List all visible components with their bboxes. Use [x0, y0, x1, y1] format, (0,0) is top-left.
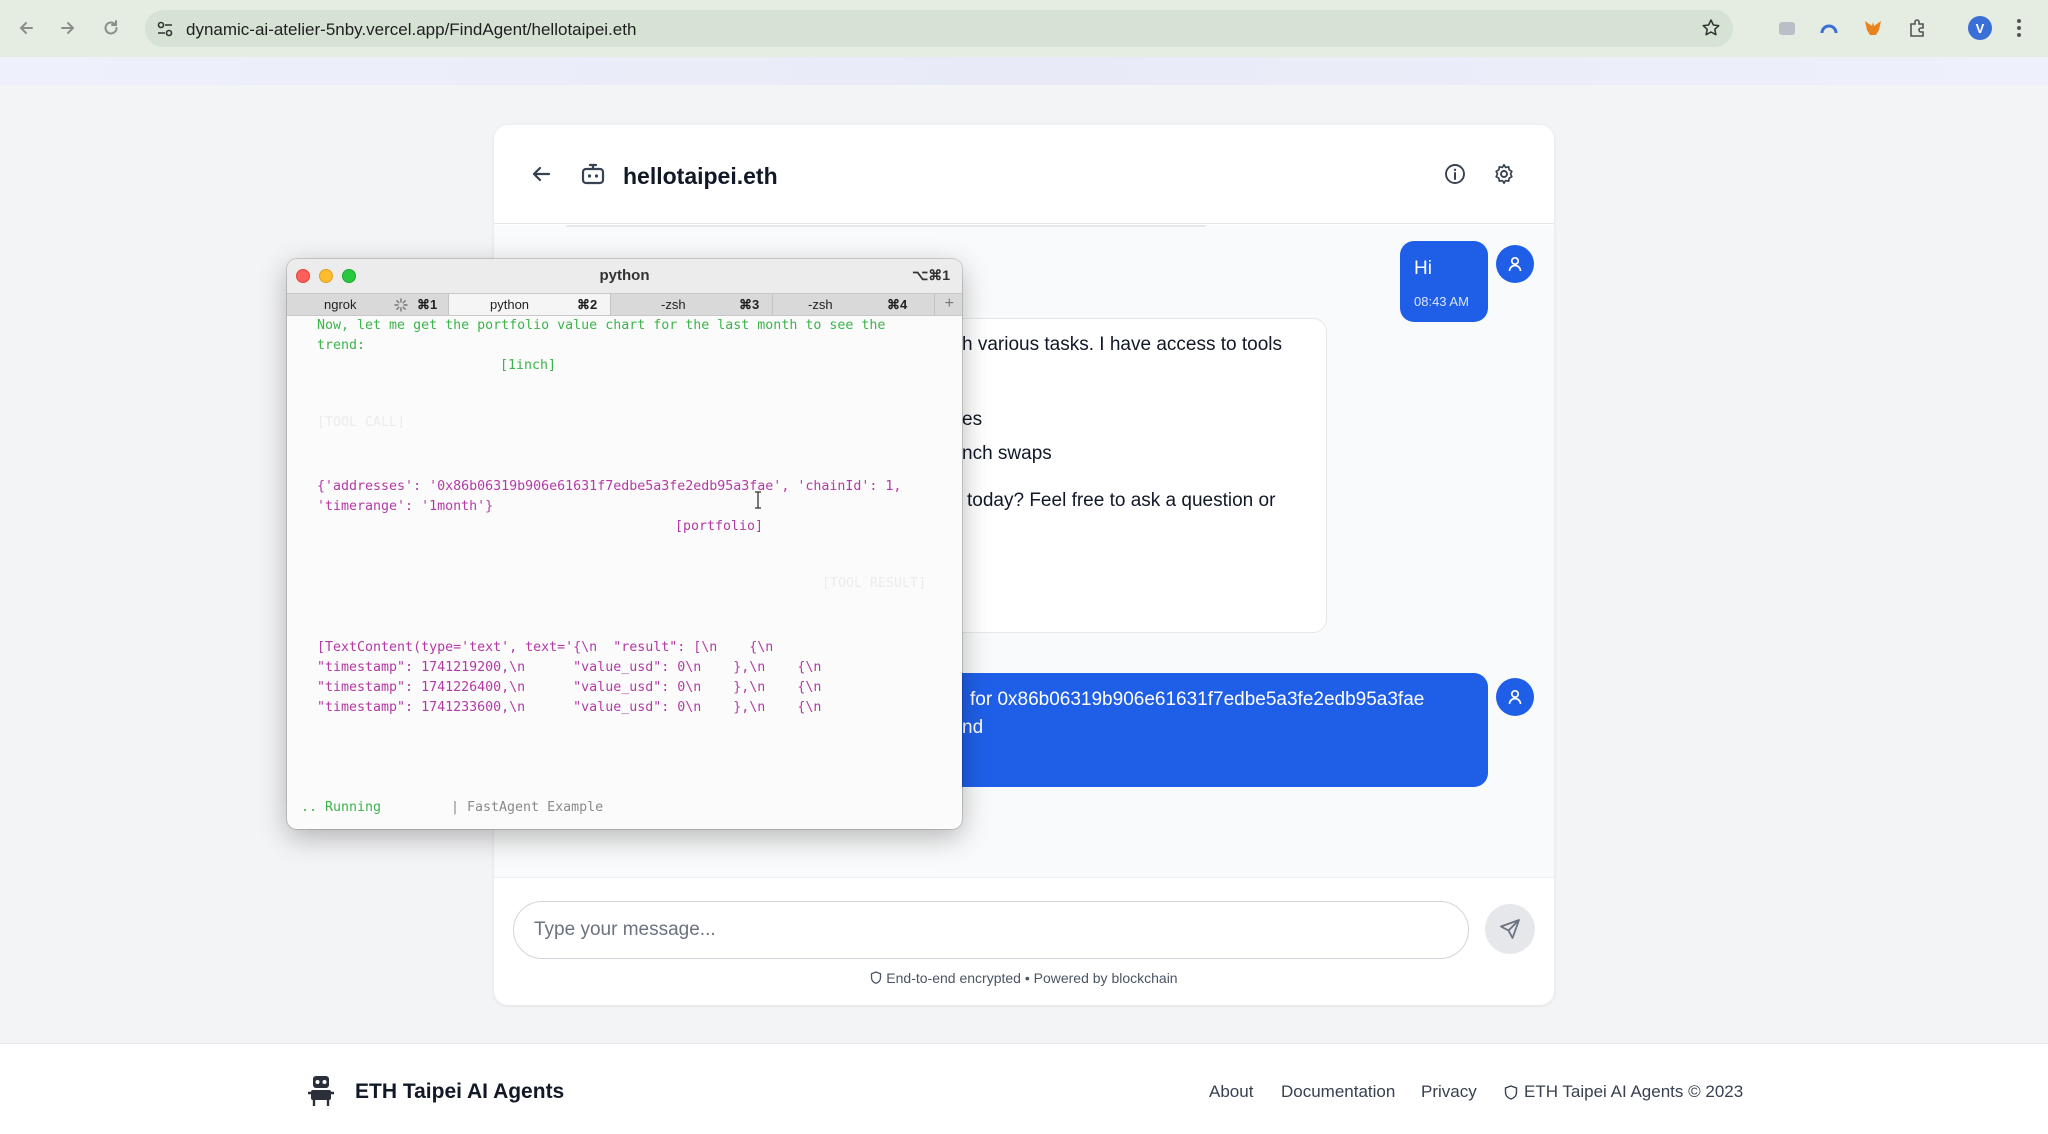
robot-logo-icon: [305, 1072, 337, 1113]
message-line: nch swaps: [962, 443, 1052, 464]
reload-icon[interactable]: [100, 17, 122, 39]
terminal-tab-zsh-3[interactable]: -zsh ⌘3: [611, 294, 773, 315]
agent-name: hellotaipei.eth: [623, 163, 778, 189]
top-gradient-strip: [0, 57, 2048, 85]
message-input[interactable]: [513, 901, 1469, 959]
terminal-tab-zsh-4[interactable]: -zsh ⌘4: [773, 294, 935, 315]
terminal-line: 'timerange': '1month'}: [317, 499, 494, 514]
status-app-name: | FastAgent Example: [451, 800, 604, 815]
terminal-titlebar[interactable]: python ⌥⌘1: [287, 259, 962, 293]
bot-icon: [580, 161, 606, 192]
terminal-faint-label: [TOOL RESULT]: [822, 576, 927, 591]
forward-arrow-icon[interactable]: [57, 17, 79, 39]
send-icon: [1500, 919, 1520, 939]
message-line: nd: [962, 717, 984, 738]
terminal-faint-label: [TOOL CALL]: [317, 415, 406, 430]
message-text: Hi: [1414, 258, 1432, 279]
terminal-line: trend:: [317, 338, 366, 353]
user-message: Hi 08:43 AM: [1400, 241, 1488, 322]
extension-gray-icon[interactable]: [1776, 17, 1798, 39]
browser-toolbar: dynamic-ai-atelier-5nby.vercel.app/FindA…: [0, 0, 2048, 57]
terminal-tab-ngrok[interactable]: ngrok ⌘1: [287, 294, 449, 315]
user-avatar: [1496, 678, 1534, 716]
extensions-puzzle-icon[interactable]: [1906, 17, 1928, 39]
terminal-tab-bar: ngrok ⌘1 python ⌘2 -zsh ⌘3 -zsh ⌘4 +: [287, 293, 962, 316]
user-avatar: [1496, 245, 1534, 283]
footer-brand[interactable]: ETH Taipei AI Agents: [355, 1080, 564, 1104]
message-line: es: [962, 409, 983, 430]
terminal-window[interactable]: python ⌥⌘1 ngrok ⌘1 python ⌘2 -zsh ⌘3 -z…: [287, 259, 962, 829]
terminal-line: "timestamp": 1741219200,\n "value_usd": …: [317, 660, 822, 675]
metamask-fox-icon[interactable]: [1862, 17, 1884, 39]
footer-link-about[interactable]: About: [1209, 1082, 1253, 1102]
terminal-line: "timestamp": 1741233600,\n "value_usd": …: [317, 700, 822, 715]
address-bar[interactable]: dynamic-ai-atelier-5nby.vercel.app/FindA…: [145, 10, 1733, 47]
info-icon[interactable]: [1444, 163, 1466, 190]
profile-avatar[interactable]: V: [1968, 16, 1992, 40]
terminal-output[interactable]: Now, let me get the portfolio value char…: [287, 316, 962, 829]
status-running: .. Running: [301, 800, 382, 815]
message-line: for 0x86b06319b906e61631f7edbe5a3fe2edb9…: [970, 689, 1425, 710]
site-footer: ETH Taipei AI Agents About Documentation…: [0, 1043, 2048, 1134]
message-line: today? Feel free to ask a question or: [967, 490, 1276, 511]
url-text: dynamic-ai-atelier-5nby.vercel.app/FindA…: [186, 20, 637, 39]
composer: End-to-end encrypted • Powered by blockc…: [494, 877, 1554, 1005]
terminal-line: {'addresses': '0x86b06319b906e61631f7edb…: [317, 479, 902, 494]
chat-header: hellotaipei.eth: [494, 125, 1554, 224]
terminal-tag: [portfolio]: [675, 519, 764, 534]
terminal-line: Now, let me get the portfolio value char…: [317, 318, 886, 333]
shield-icon: [871, 971, 882, 984]
footer-link-privacy[interactable]: Privacy: [1421, 1082, 1477, 1102]
message-time: 08:43 AM: [1414, 294, 1469, 309]
extension-arc-icon[interactable]: [1818, 17, 1840, 39]
back-arrow-icon[interactable]: [530, 163, 552, 190]
text-cursor-icon: [753, 491, 763, 516]
window-shortcut: ⌥⌘1: [912, 267, 950, 283]
send-button[interactable]: [1485, 904, 1535, 954]
new-tab-plus-icon[interactable]: +: [945, 295, 954, 313]
terminal-title: python: [599, 267, 650, 284]
footer-link-documentation[interactable]: Documentation: [1281, 1082, 1395, 1102]
terminal-tag: [1inch]: [500, 358, 557, 373]
message-line: h various tasks. I have access to tools: [962, 334, 1282, 355]
browser-menu-icon[interactable]: [2016, 17, 2022, 44]
shield-icon: [1504, 1084, 1518, 1100]
previous-message-edge: [566, 225, 1206, 227]
terminal-tab-python[interactable]: python ⌘2: [449, 294, 611, 315]
terminal-line: "timestamp": 1741226400,\n "value_usd": …: [317, 680, 822, 695]
back-arrow-icon[interactable]: [15, 17, 37, 39]
terminal-line: [TextContent(type='text', text='{\n "res…: [317, 640, 774, 655]
encryption-note: End-to-end encrypted • Powered by blockc…: [494, 970, 1554, 986]
bookmark-star-icon[interactable]: [1701, 18, 1721, 43]
footer-copyright: ETH Taipei AI Agents © 2023: [1504, 1082, 1743, 1102]
spinner-icon: [394, 298, 408, 315]
gear-icon[interactable]: [1493, 163, 1515, 190]
site-settings-icon[interactable]: [155, 19, 175, 44]
